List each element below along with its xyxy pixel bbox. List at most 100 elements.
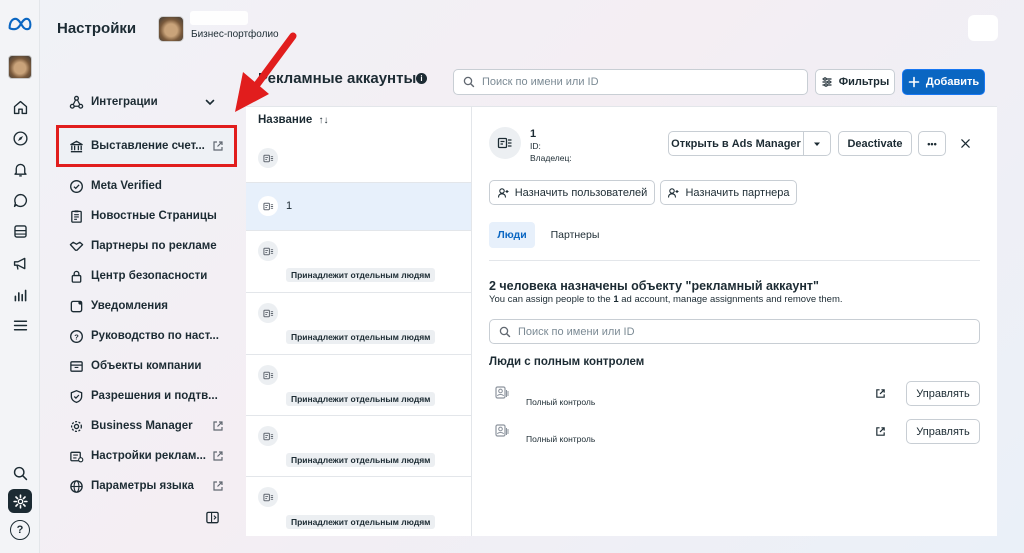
search-input[interactable] [482,76,782,88]
more-options-button[interactable]: ••• [918,131,946,156]
column-header-name[interactable]: Название ↑↓ [258,114,329,126]
compass-icon[interactable] [8,126,32,150]
search-field[interactable] [453,69,808,95]
portfolio-name-redacted [190,11,248,25]
ad-account-icon [258,303,278,323]
ad-account-icon [258,241,278,261]
nav-item-ad-partners[interactable]: Партнеры по рекламе [68,236,217,256]
person-role: Полный контроль [526,434,596,444]
nav-item-meta-verified[interactable]: Meta Verified [68,176,162,196]
assign-partner-button[interactable]: Назначить партнера [660,180,797,205]
filters-label: Фильтры [838,76,890,88]
assigned-people-title: 2 человека назначены объекту "рекламный … [489,279,819,293]
row-name: 1 [286,200,293,212]
filter-sliders-icon [822,77,832,87]
collapse-sidebar-icon[interactable] [205,510,220,525]
profile-menu-redacted[interactable] [968,15,998,41]
person-avatar-icon [492,383,512,403]
inbox-icon [68,358,84,374]
add-button[interactable]: Добавить [902,69,985,95]
bell-icon[interactable] [8,157,32,181]
external-link-icon[interactable] [212,480,224,492]
full-control-title: Люди с полным контролем [489,356,645,368]
insights-icon[interactable] [8,283,32,307]
chat-icon[interactable] [8,188,32,212]
settings-icon[interactable] [8,489,32,513]
nav-item-language[interactable]: Параметры языка [68,476,194,496]
left-rail: ? [0,0,40,553]
list-item[interactable]: Принадлежит отдельным людям [246,293,471,355]
search-icon[interactable] [8,461,32,485]
nav-label: Разрешения и подтв... [91,390,218,402]
tab-partners[interactable]: Партнеры [542,222,608,248]
manage-button[interactable]: Управлять [906,419,980,444]
ad-accounts-list: Название ↑↓ 1 Принадлежит отдельным людя… [246,106,471,536]
assign-users-button[interactable]: Назначить пользователей [489,180,655,205]
list-item[interactable]: Принадлежит отдельным людям [246,355,471,416]
divider [489,260,980,261]
nav-label: Интеграции [91,96,158,108]
globe-icon [68,478,84,494]
ad-account-icon [258,148,278,168]
nav-item-billing[interactable]: Выставление счет... [68,136,205,156]
home-icon[interactable] [8,95,32,119]
ownership-badge: Принадлежит отдельным людям [286,515,436,529]
ownership-badge: Принадлежит отдельным людям [286,268,436,282]
nav-label: Параметры языка [91,480,194,492]
ads-manager-dropdown-button[interactable] [803,131,831,156]
ad-account-icon [258,487,278,507]
lock-icon [68,268,84,284]
megaphone-icon[interactable] [8,251,32,275]
portfolio-avatar[interactable] [158,16,184,42]
external-link-icon[interactable] [875,388,886,399]
list-item[interactable]: Принадлежит отдельным людям [246,231,471,293]
nav-item-security-center[interactable]: Центр безопасности [68,266,207,286]
nav-item-permissions[interactable]: Разрешения и подтв... [68,386,218,406]
nav-item-ad-settings[interactable]: Настройки реклам... [68,446,206,466]
add-person-icon [668,187,679,198]
ownership-badge: Принадлежит отдельным людям [286,392,436,406]
nav-item-news-pages[interactable]: Новостные Страницы [68,206,217,226]
nav-item-integrations[interactable]: Интеграции [68,92,158,112]
manage-button[interactable]: Управлять [906,381,980,406]
nav-label: Настройки реклам... [91,450,206,462]
people-search-input[interactable] [518,325,958,338]
external-link-icon[interactable] [212,450,224,462]
nav-label: Meta Verified [91,180,162,192]
nav-item-setup-guide[interactable]: ? Руководство по наст... [68,326,219,346]
external-link-icon[interactable] [212,420,224,432]
nav-item-business-assets[interactable]: Объекты компании [68,356,202,376]
people-search-field[interactable] [489,319,980,344]
tab-people[interactable]: Люди [489,222,535,248]
meta-logo-icon[interactable] [7,16,33,32]
list-item-selected[interactable]: 1 [246,183,471,231]
list-item[interactable] [246,133,471,183]
menu-icon[interactable] [8,313,32,337]
open-ads-manager-button[interactable]: Открыть в Ads Manager [668,131,804,156]
external-link-icon[interactable] [875,426,886,437]
external-link-icon[interactable] [212,140,224,152]
filters-button[interactable]: Фильтры [815,69,895,95]
list-item[interactable]: Принадлежит отдельным людям [246,416,471,477]
chevron-down-icon[interactable] [204,96,216,108]
page-title: Настройки [57,20,137,37]
nav-item-business-manager[interactable]: Business Manager [68,416,193,436]
nav-label: Центр безопасности [91,270,208,282]
gear-icon [68,418,84,434]
verified-badge-icon [68,178,84,194]
info-icon[interactable]: i [416,73,427,84]
deactivate-button[interactable]: Deactivate [838,131,912,156]
sort-icon[interactable]: ↑↓ [319,115,329,126]
business-avatar[interactable] [8,55,32,79]
list-item[interactable]: Принадлежит отдельным людям [246,477,471,537]
assigned-people-subtitle: You can assign people to the 1 ad accoun… [489,294,843,305]
notification-square-icon [68,298,84,314]
close-icon[interactable] [960,138,971,149]
nav-label: Объекты компании [91,360,202,372]
pages-icon[interactable] [8,219,32,243]
help-circle-icon: ? [68,328,84,344]
nav-item-notifications[interactable]: Уведомления [68,296,168,316]
search-icon [499,326,511,337]
help-icon[interactable]: ? [10,520,30,540]
caret-down-icon [814,142,820,146]
